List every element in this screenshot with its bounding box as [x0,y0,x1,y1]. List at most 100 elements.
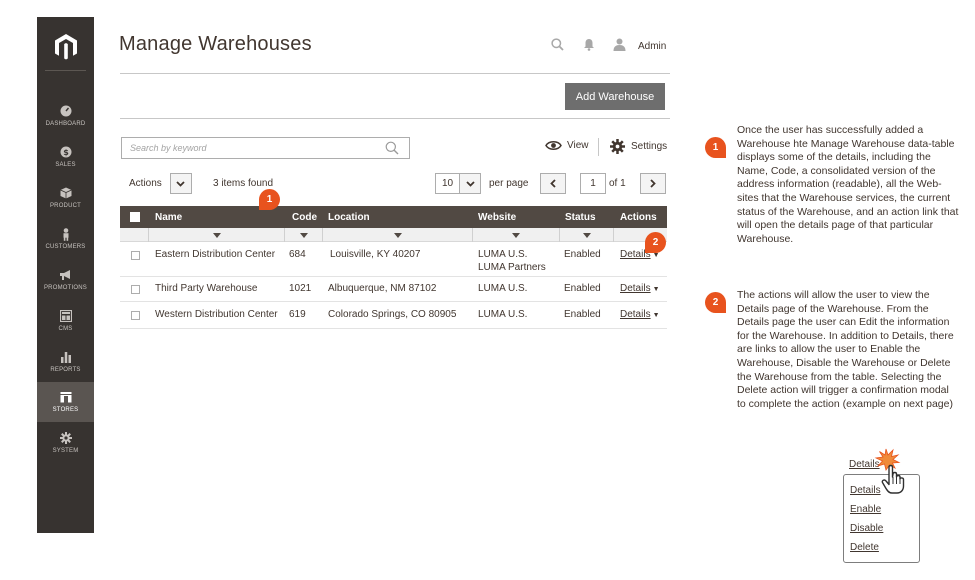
mass-actions-label: Actions [129,178,162,189]
details-link[interactable]: Details [620,283,651,294]
filter-code-toggle[interactable] [284,228,322,242]
per-page-label: per page [489,178,529,189]
cell-website: LUMA U.S. [478,309,528,320]
sidebar-item-label: SALES [55,162,76,168]
filter-triangle-icon [582,232,591,238]
callout-badge-1: 1 [259,189,280,210]
row-checkbox[interactable] [131,311,140,320]
cell-status: Enabled [564,309,601,320]
caret-down-icon: ▼ [652,286,660,293]
table-row: Western Distribution Center 619 Colorado… [120,302,667,329]
callout-badge-2: 2 [645,232,666,253]
column-header-actions: Actions [620,212,657,223]
sidebar-item-label: REPORTS [50,367,81,373]
cell-website: LUMA Partners [478,262,546,273]
sidebar-item-stores[interactable]: STORES [37,382,94,422]
menu-item-enable[interactable]: Enable [850,504,881,515]
column-header-location[interactable]: Location [328,212,370,223]
cell-name: Third Party Warehouse [155,283,258,294]
filter-triangle-icon [393,232,402,238]
caret-down-icon: ▼ [652,312,660,319]
row-checkbox[interactable] [131,251,140,260]
settings-control[interactable]: Settings [610,139,667,154]
column-header-status[interactable]: Status [565,212,596,223]
sidebar-item-label: DASHBOARD [45,121,86,127]
filter-website-toggle[interactable] [472,228,559,242]
sidebar-item-product[interactable]: PRODUCT [37,182,94,222]
grid-filter-row [120,228,667,242]
cell-website: LUMA U.S. [478,283,528,294]
filter-name-toggle[interactable] [148,228,284,242]
next-page-button[interactable] [640,173,666,194]
sidebar-item-promotions[interactable]: PROMOTIONS [37,264,94,304]
menu-item-disable[interactable]: Disable [850,523,883,534]
sidebar-item-label: CMS [58,326,73,332]
bar-chart-icon [37,351,94,365]
sidebar-item-sales[interactable]: $ SALES [37,141,94,181]
admin-user-label[interactable]: Admin [638,41,666,52]
cell-name: Eastern Distribution Center [155,249,276,260]
previous-page-button[interactable] [540,173,566,194]
sidebar-item-system[interactable]: SYSTEM [37,427,94,467]
cell-code: 684 [289,249,306,260]
gear-icon [37,432,94,446]
sidebar-item-cms[interactable]: CMS [37,305,94,345]
menu-item-delete[interactable]: Delete [850,542,879,553]
search-input[interactable] [122,138,372,158]
mass-actions-select[interactable]: Actions [121,173,192,194]
table-row: Third Party Warehouse 1021 Albuquerque, … [120,277,667,302]
row-actions-dropdown[interactable]: Details ▼ [620,283,660,294]
svg-text:$: $ [63,148,69,157]
search-icon[interactable] [385,141,399,155]
cell-location: Colorado Springs, CO 80905 [328,309,457,320]
user-icon[interactable] [613,38,626,51]
cell-name: Western Distribution Center [155,309,278,320]
person-icon [37,228,94,242]
details-link[interactable]: Details [620,309,651,320]
cell-code: 1021 [289,283,312,294]
sidebar-item-customers[interactable]: CUSTOMERS [37,223,94,263]
dollar-icon: $ [37,146,94,160]
megaphone-icon [37,269,94,283]
pointer-hand-click-icon [874,448,905,494]
caret-down-icon: ▼ [652,252,660,259]
per-page-select[interactable]: 10 per page [435,173,528,194]
bell-icon[interactable] [583,38,595,51]
note-badge-2: 2 [705,292,726,313]
add-warehouse-button[interactable]: Add Warehouse [565,83,665,110]
page-total-text: of 1 [609,178,626,189]
sidebar-item-dashboard[interactable]: DASHBOARD [37,100,94,140]
cell-website: LUMA U.S. [478,249,528,260]
annotation-note-1: Once the user has successfully added a W… [737,124,959,245]
view-label: View [567,140,589,151]
select-all-checkbox[interactable] [130,212,140,222]
column-header-website[interactable]: Website [478,212,516,223]
row-actions-dropdown[interactable]: Details ▼ [620,309,660,320]
sidebar-item-reports[interactable]: REPORTS [37,346,94,386]
chevron-left-icon [550,179,556,188]
chevron-down-icon[interactable] [459,173,481,194]
search-icon[interactable] [551,38,564,51]
cell-status: Enabled [564,249,601,260]
cell-code: 619 [289,309,306,320]
magento-logo-icon[interactable] [53,33,79,61]
note-badge-1: 1 [705,137,726,158]
filter-location-toggle[interactable] [322,228,472,242]
search-box [121,137,410,159]
filter-status-toggle[interactable] [559,228,613,242]
column-header-code[interactable]: Code [292,212,317,223]
sidebar-item-label: STORES [52,407,79,413]
page-title: Manage Warehouses [119,33,312,55]
row-checkbox[interactable] [131,285,140,294]
layout-icon [37,310,94,324]
settings-label: Settings [631,141,668,152]
actions-divider [120,118,670,119]
sidebar-item-label: PROMOTIONS [43,285,87,291]
column-header-name[interactable]: Name [155,212,182,223]
chevron-down-icon[interactable] [169,173,192,194]
filter-triangle-icon [212,232,221,238]
view-control[interactable]: View [545,140,589,151]
table-row: Eastern Distribution Center 684 Louisvil… [120,242,667,277]
current-page-input[interactable]: 1 [580,173,606,194]
cube-icon [37,187,94,201]
